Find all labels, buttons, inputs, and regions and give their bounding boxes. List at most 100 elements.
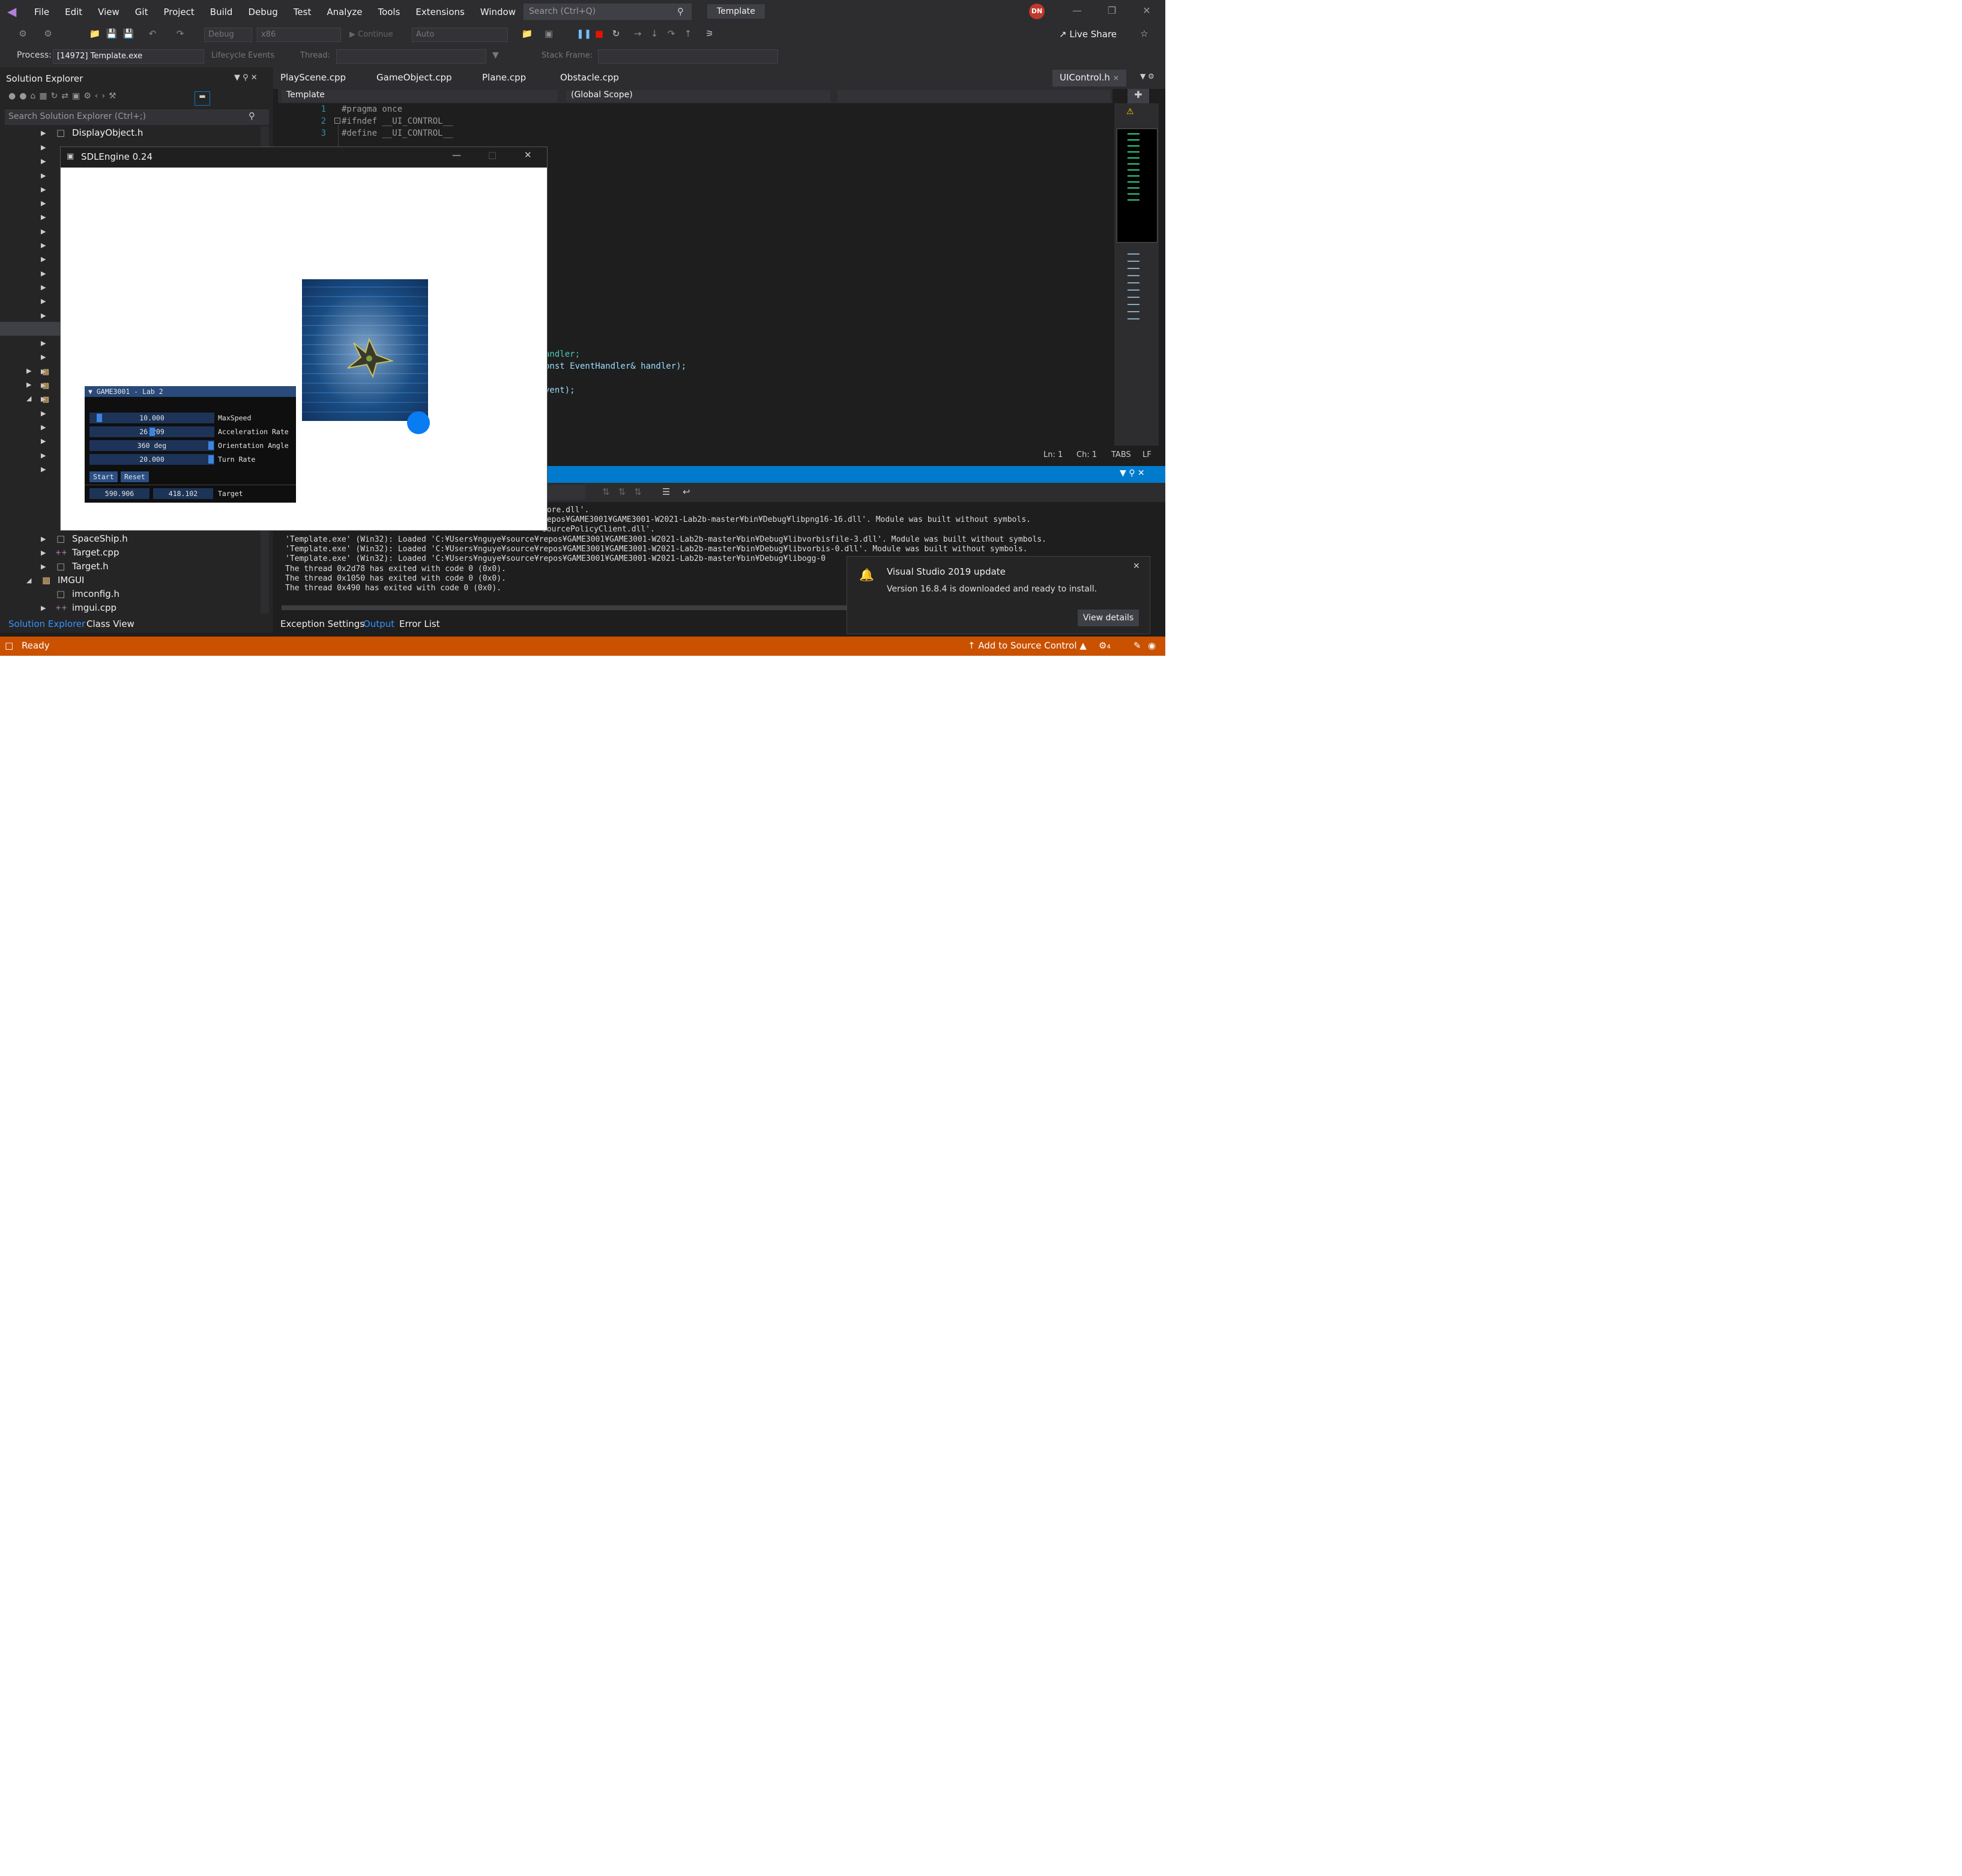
collapse-icon[interactable]: -	[334, 118, 340, 124]
menu-item-tools[interactable]: Tools	[370, 5, 408, 19]
redo-icon[interactable]: ↷	[174, 28, 186, 40]
output-pane-controls[interactable]: ▼ ⚲ ✕	[1120, 468, 1145, 478]
split-icon[interactable]: ✚	[1127, 89, 1149, 103]
notifications-icon[interactable]: ⚙4	[1099, 640, 1111, 651]
expand-arrow-icon[interactable]: ▶	[41, 532, 46, 546]
slider-grab[interactable]	[208, 455, 214, 464]
feedback-icon[interactable]: ✎	[1133, 640, 1141, 651]
tree-folder-arrows[interactable]: ▶ ▶ ◢	[26, 364, 31, 405]
slider-grab[interactable]	[96, 414, 102, 422]
word-wrap-icon[interactable]: ↩	[683, 486, 690, 497]
slider-grab[interactable]	[208, 441, 214, 450]
column-indicator[interactable]: Ch: 1	[1076, 450, 1097, 459]
tab-class-view[interactable]: Class View	[86, 619, 134, 629]
tab-gameobject-cpp[interactable]: GameObject.cpp	[376, 72, 452, 83]
add-to-source-control-button[interactable]: ↑ Add to Source Control ▲	[968, 640, 1087, 651]
clear-all-icon[interactable]: ☰	[662, 486, 670, 497]
turn-rate-slider[interactable]: 20.000	[89, 454, 214, 465]
target-x-input[interactable]: 590.906	[89, 488, 149, 499]
thread-dropdown[interactable]	[336, 49, 486, 64]
solution-search-input[interactable]: Search Solution Explorer (Ctrl+;)	[5, 109, 269, 125]
status-circle-icon[interactable]: ◉	[1148, 640, 1156, 651]
tree-item-displayobject-h[interactable]: ▶ □ DisplayObject.h	[0, 126, 264, 140]
feedback-icon[interactable]: ☆	[1138, 28, 1150, 40]
orientation-angle-slider[interactable]: 360 deg	[89, 440, 214, 451]
stack-frame-dropdown[interactable]	[598, 49, 778, 64]
forward-icon[interactable]: ⚙	[42, 28, 54, 40]
member-dropdown[interactable]	[838, 90, 1111, 102]
horizontal-scrollbar[interactable]	[282, 605, 882, 610]
minimize-icon[interactable]: —	[1065, 5, 1089, 19]
preview-selected-icon[interactable]: ▬	[195, 91, 210, 106]
close-icon[interactable]: ✕	[524, 150, 532, 160]
expand-arrow-icon[interactable]: ▶	[41, 126, 46, 140]
scope-dropdown[interactable]: (Global Scope)	[566, 90, 830, 102]
reset-button[interactable]: Reset	[121, 471, 149, 482]
menu-item-extensions[interactable]: Extensions	[408, 5, 472, 19]
close-icon[interactable]: ✕	[1135, 5, 1159, 19]
collapse-arrow-icon[interactable]: ◢	[26, 573, 31, 587]
line-indicator[interactable]: Ln: 1	[1043, 450, 1063, 459]
start-button[interactable]: Start	[89, 471, 118, 482]
search-icon[interactable]: ⚲	[677, 6, 684, 17]
menu-item-git[interactable]: Git	[127, 5, 156, 19]
expand-arrow-icon[interactable]: ▶	[41, 601, 46, 615]
line-ending-indicator[interactable]: LF	[1142, 450, 1152, 459]
save-icon[interactable]: 💾	[106, 28, 118, 40]
menu-item-project[interactable]: Project	[155, 5, 202, 19]
live-share-button[interactable]: ↗ Live Share	[1059, 29, 1117, 40]
menu-item-build[interactable]: Build	[202, 5, 241, 19]
undo-icon[interactable]: ↶	[146, 28, 158, 40]
warning-icon[interactable]: ⚠	[1126, 107, 1134, 116]
step-over-icon[interactable]: ↷	[665, 28, 677, 40]
sdl-engine-window[interactable]: ▣ SDLEngine 0.24 — □ ✕ ▼ GAME3001 - Lab …	[60, 147, 548, 531]
tree-item-spaceship-h[interactable]: ▶ □ SpaceShip.h	[0, 532, 264, 546]
process-dropdown[interactable]: [14972] Template.exe	[53, 49, 204, 64]
configuration-dropdown[interactable]: Debug	[204, 28, 252, 42]
expand-arrow-icon[interactable]: ▶	[41, 560, 46, 573]
close-tab-icon[interactable]: ✕	[1113, 74, 1119, 82]
break-all-icon[interactable]: ❚❚	[576, 28, 591, 40]
slider-grab[interactable]	[149, 428, 155, 436]
back-icon[interactable]: ⚙	[17, 28, 29, 40]
step-out-icon[interactable]: ↑	[682, 28, 694, 40]
show-next-statement-icon[interactable]: →	[632, 28, 644, 40]
find-in-files-icon[interactable]: 📁	[521, 28, 533, 40]
close-icon[interactable]: ✕	[1133, 561, 1140, 571]
tree-item-imgui-cpp[interactable]: ▶ ++ imgui.cpp	[0, 601, 264, 615]
continue-mode-dropdown[interactable]: Auto	[412, 28, 508, 42]
hot-reload-icon[interactable]: ⚞	[704, 28, 716, 40]
tab-obstacle-cpp[interactable]: Obstacle.cpp	[560, 72, 619, 83]
tab-solution-explorer[interactable]: Solution Explorer	[8, 619, 85, 629]
sdl-title-bar[interactable]: ▣ SDLEngine 0.24 — □ ✕	[61, 147, 547, 168]
screenshot-icon[interactable]: ▣	[543, 28, 555, 40]
restart-icon[interactable]: ↻	[610, 28, 622, 40]
menu-item-window[interactable]: Window	[472, 5, 524, 19]
save-all-icon[interactable]: 💾	[122, 28, 134, 40]
tree-folder-imgui[interactable]: ◢ ▩ IMGUI	[0, 573, 264, 587]
minimap-scrollbar[interactable]: ⚠	[1114, 103, 1159, 446]
max-speed-slider[interactable]: 10.000	[89, 413, 214, 423]
menu-item-view[interactable]: View	[90, 5, 127, 19]
open-folder-icon[interactable]: 📁	[89, 28, 101, 40]
tab-output[interactable]: Output	[363, 619, 394, 629]
minimize-icon[interactable]: —	[452, 150, 461, 160]
pin-icon[interactable]: ▼ ⚲ ✕	[234, 73, 258, 82]
target-y-input[interactable]: 418.102	[153, 488, 213, 499]
tab-error-list[interactable]: Error List	[399, 619, 440, 629]
menu-item-analyze[interactable]: Analyze	[319, 5, 370, 19]
tab-plane-cpp[interactable]: Plane.cpp	[482, 72, 526, 83]
menu-item-edit[interactable]: Edit	[57, 5, 90, 19]
menu-item-test[interactable]: Test	[286, 5, 319, 19]
search-input[interactable]: Search (Ctrl+Q)	[524, 4, 692, 20]
imgui-title-bar[interactable]: ▼ GAME3001 - Lab 2	[85, 386, 296, 397]
tab-dropdown-icon[interactable]: ▼ ⚙	[1140, 72, 1155, 80]
tab-exception-settings[interactable]: Exception Settings	[280, 619, 364, 629]
acceleration-rate-slider[interactable]: 26.209	[89, 426, 214, 437]
solution-explorer-toolbar[interactable]: ●●⌂▦↻⇄▣⚙‹›⚒	[8, 91, 213, 106]
target-marker[interactable]	[407, 411, 430, 434]
filter-icon[interactable]: ▼	[492, 50, 499, 60]
search-icon[interactable]: ⚲	[249, 110, 255, 121]
view-details-button[interactable]: View details	[1078, 610, 1139, 626]
tree-item-imconfig-h[interactable]: □ imconfig.h	[0, 587, 264, 601]
